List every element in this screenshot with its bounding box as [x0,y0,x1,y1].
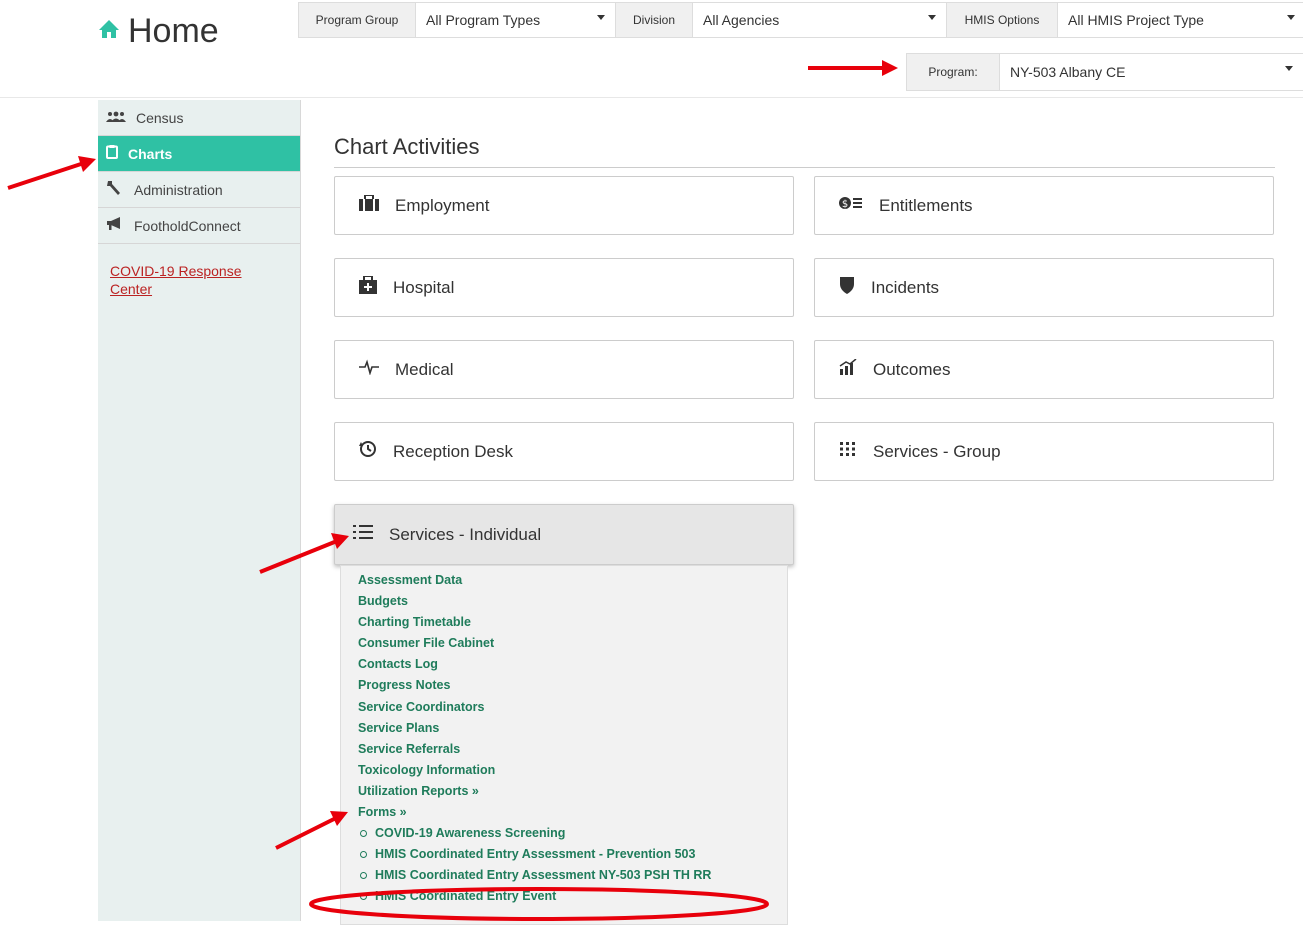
annotation-arrow-charts [7,156,96,190]
annotation-arrow-program [808,60,898,76]
annotation-arrow-services [259,533,349,574]
annotation-overlay [7,60,898,921]
annotation-arrow-forms [275,811,348,850]
annotation-circle-ce-event [309,887,769,921]
